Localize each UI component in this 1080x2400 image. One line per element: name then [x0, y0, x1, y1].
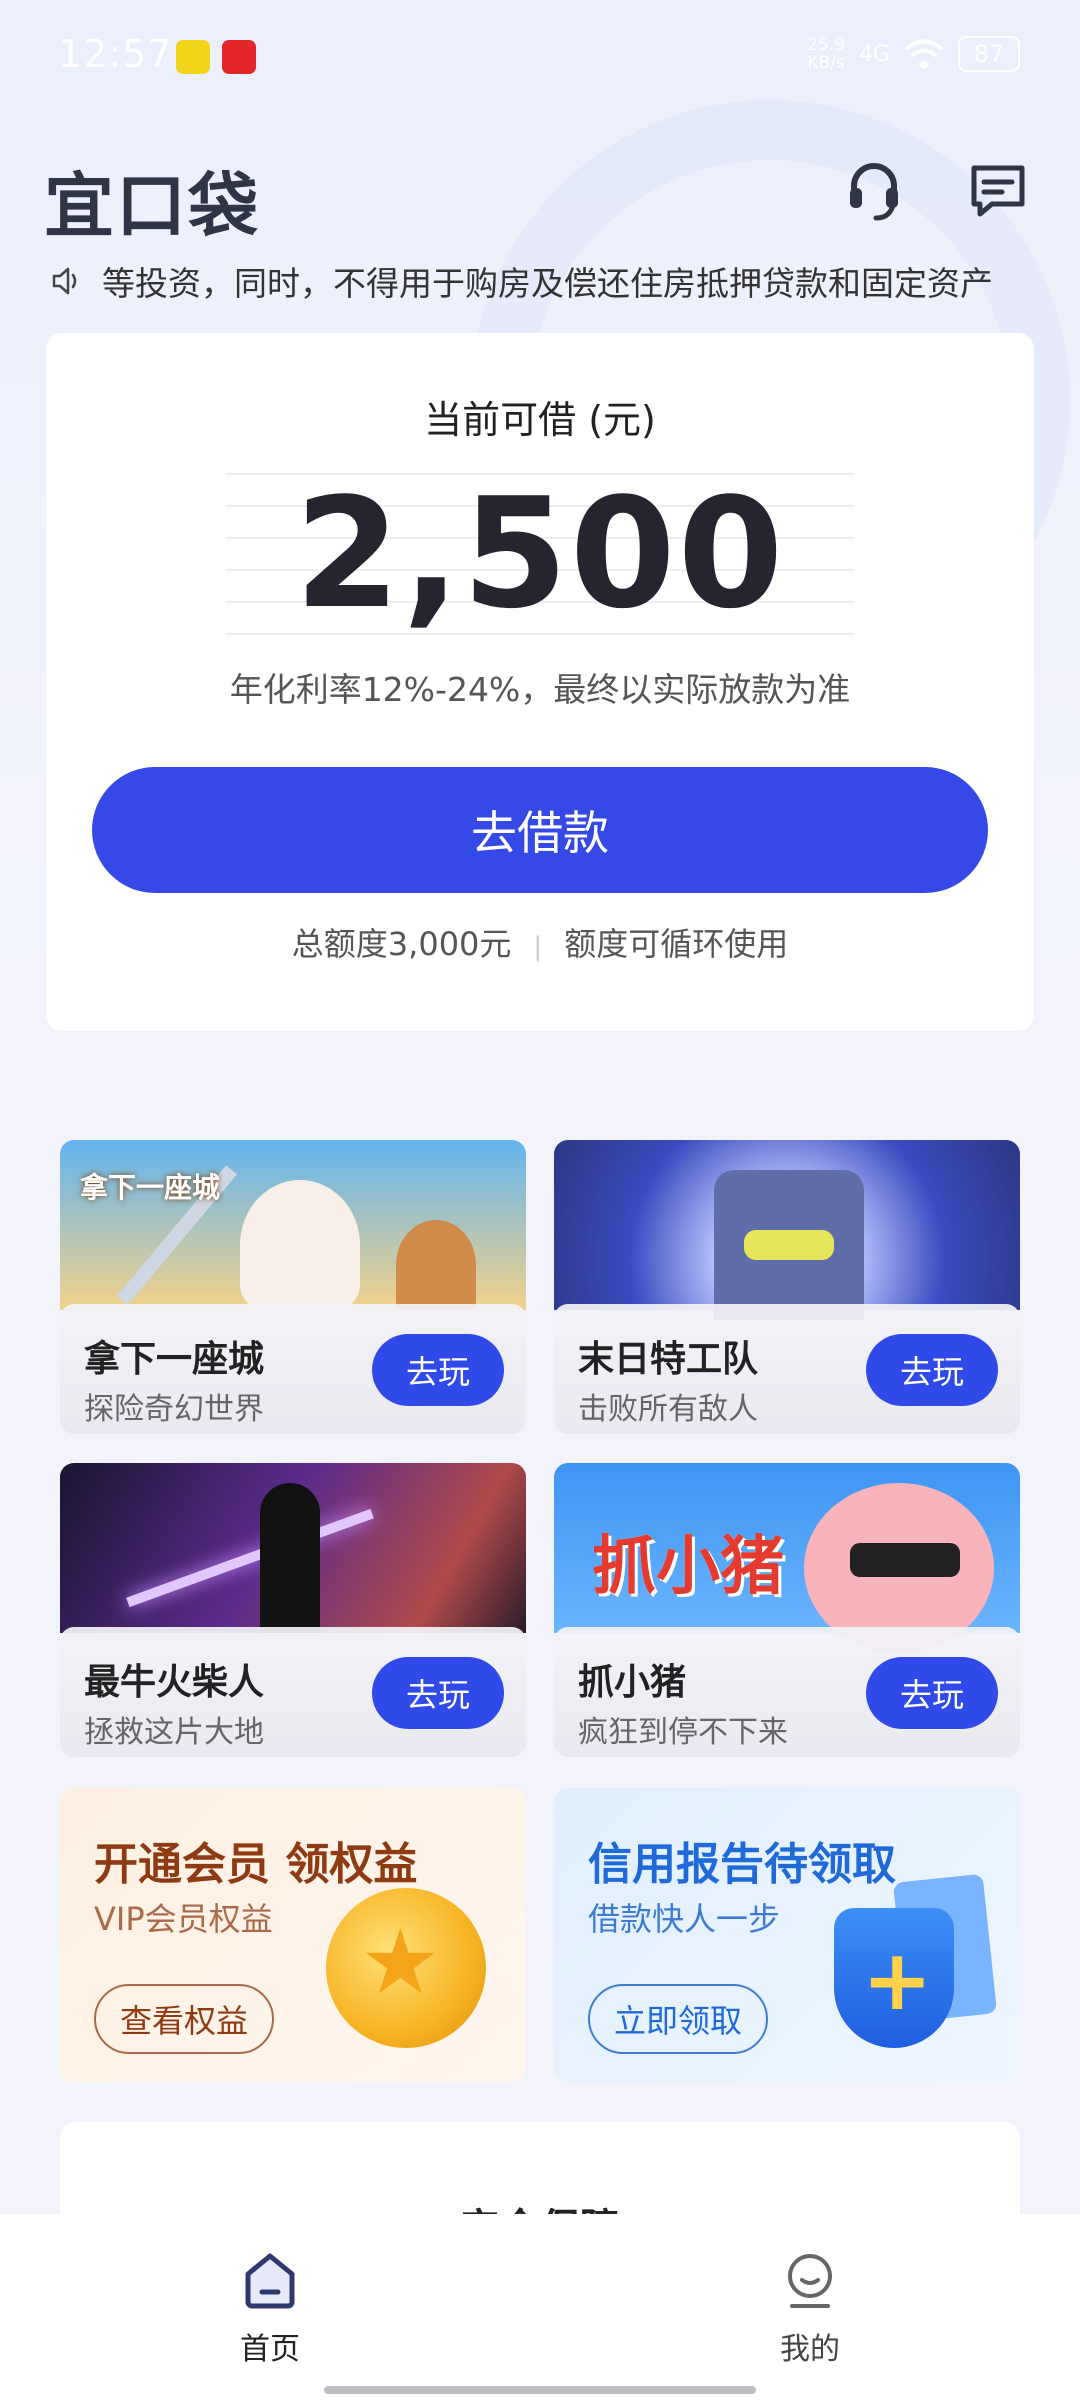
game-info-panel: 最牛火柴人 拯救这片大地 去玩	[60, 1627, 526, 1757]
status-bar: 12:57 25.9 KB/s 4G 87	[0, 0, 1080, 115]
plus-icon: +	[862, 1931, 933, 2029]
notification-app-icon	[222, 40, 256, 74]
game-title: 最牛火柴人	[84, 1662, 265, 1703]
borrow-button[interactable]: 去借款	[92, 767, 988, 893]
speaker-icon	[52, 267, 77, 295]
promo-subtitle: VIP会员权益	[94, 1900, 273, 1938]
quota-separator: |	[533, 932, 543, 962]
play-button[interactable]: 去玩	[372, 1657, 504, 1729]
promo-subtitle: 借款快人一步	[588, 1900, 781, 1938]
total-quota: 总额度3,000元	[291, 925, 512, 963]
stickman-illustration	[260, 1483, 320, 1633]
available-label: 当前可借 (元)	[424, 398, 656, 442]
home-icon	[245, 2253, 295, 2309]
game-title: 抓小猪	[578, 1662, 687, 1703]
promo-title: 开通会员 领权益	[94, 1839, 418, 1890]
game-art: 抓小猪	[554, 1463, 1020, 1653]
game-info-panel: 末日特工队 击败所有敌人 去玩	[554, 1304, 1020, 1434]
game-art	[554, 1140, 1020, 1320]
credit-report-promo-card[interactable]: 信用报告待领取 借款快人一步 + 立即领取	[554, 1788, 1020, 2082]
game-subtitle: 探险奇幻世界	[84, 1392, 264, 1427]
vip-promo-card[interactable]: 开通会员 领权益 VIP会员权益 ★ 查看权益	[60, 1788, 526, 2082]
game-info-panel: 拿下一座城 探险奇幻世界 去玩	[60, 1304, 526, 1434]
game-card-doomsday-agents[interactable]: 末日特工队 击败所有敌人 去玩	[554, 1140, 1020, 1434]
promo-title: 信用报告待领取	[588, 1839, 896, 1890]
star-icon: ★	[360, 1910, 441, 2015]
game-art: 拿下一座城	[60, 1140, 526, 1310]
profile-icon	[788, 2254, 832, 2308]
app-logo: 宜口袋	[44, 165, 260, 247]
play-button[interactable]: 去玩	[866, 1334, 998, 1406]
visor-illustration	[744, 1230, 834, 1260]
game-art-title: 拿下一座城	[80, 1171, 221, 1204]
loan-card: 当前可借 (元) 2,500 年化利率12%-24%，最终以实际放款为准 去借款…	[46, 333, 1034, 1031]
message-icon	[971, 165, 1025, 217]
notification-app-icon	[176, 40, 210, 74]
headset-icon	[850, 163, 898, 221]
customer-service-button[interactable]	[842, 158, 906, 222]
game-title: 拿下一座城	[84, 1339, 265, 1380]
notice-text: 等投资，同时，不得用于购房及偿还住房抵押贷款和固定资产	[102, 264, 993, 303]
game-card-take-city[interactable]: 拿下一座城 拿下一座城 探险奇幻世界 去玩	[60, 1140, 526, 1434]
game-subtitle: 疯狂到停不下来	[578, 1715, 788, 1750]
game-info-panel: 抓小猪 疯狂到停不下来 去玩	[554, 1627, 1020, 1757]
recurring-note: 额度可循环使用	[564, 925, 789, 963]
game-subtitle: 拯救这片大地	[84, 1715, 264, 1750]
game-art-title: 抓小猪	[592, 1530, 784, 1604]
home-indicator[interactable]	[324, 2386, 756, 2394]
tab-label: 首页	[240, 2332, 300, 2367]
battery-indicator: 87	[958, 36, 1020, 72]
network-speed: 25.9 KB/s	[807, 35, 845, 73]
notice-bar[interactable]: 等投资，同时，不得用于购房及偿还住房抵押贷款和固定资产	[50, 256, 1040, 306]
status-indicators: 25.9 KB/s 4G 87	[807, 36, 1020, 72]
wifi-icon	[904, 39, 944, 69]
game-art	[60, 1463, 526, 1633]
tab-label: 我的	[780, 2332, 840, 2367]
bottom-tab-bar: 首页 我的	[0, 2214, 1080, 2400]
interest-rate-note: 年化利率12%-24%，最终以实际放款为准	[229, 670, 851, 709]
tab-home[interactable]: 首页	[180, 2248, 360, 2368]
game-title: 末日特工队	[578, 1339, 759, 1380]
game-card-catch-piglet[interactable]: 抓小猪 抓小猪 疯狂到停不下来 去玩	[554, 1463, 1020, 1757]
knight-illustration	[396, 1220, 476, 1310]
hero-illustration	[240, 1180, 360, 1310]
game-subtitle: 击败所有敌人	[578, 1392, 758, 1427]
quota-info: 总额度3,000元 | 额度可循环使用	[46, 919, 1034, 965]
available-amount: 2,500	[294, 465, 786, 642]
messages-button[interactable]	[966, 158, 1030, 222]
signal-icon: 4G	[858, 41, 890, 67]
sunglasses-illustration	[850, 1543, 960, 1577]
game-card-stickman[interactable]: 最牛火柴人 拯救这片大地 去玩	[60, 1463, 526, 1757]
view-benefits-button[interactable]: 查看权益	[94, 1984, 275, 2054]
slash-illustration	[126, 1508, 374, 1608]
claim-now-button[interactable]: 立即领取	[588, 1984, 769, 2054]
play-button[interactable]: 去玩	[866, 1657, 998, 1729]
play-button[interactable]: 去玩	[372, 1334, 504, 1406]
status-time: 12:57	[58, 32, 173, 76]
tab-mine[interactable]: 我的	[720, 2248, 900, 2368]
